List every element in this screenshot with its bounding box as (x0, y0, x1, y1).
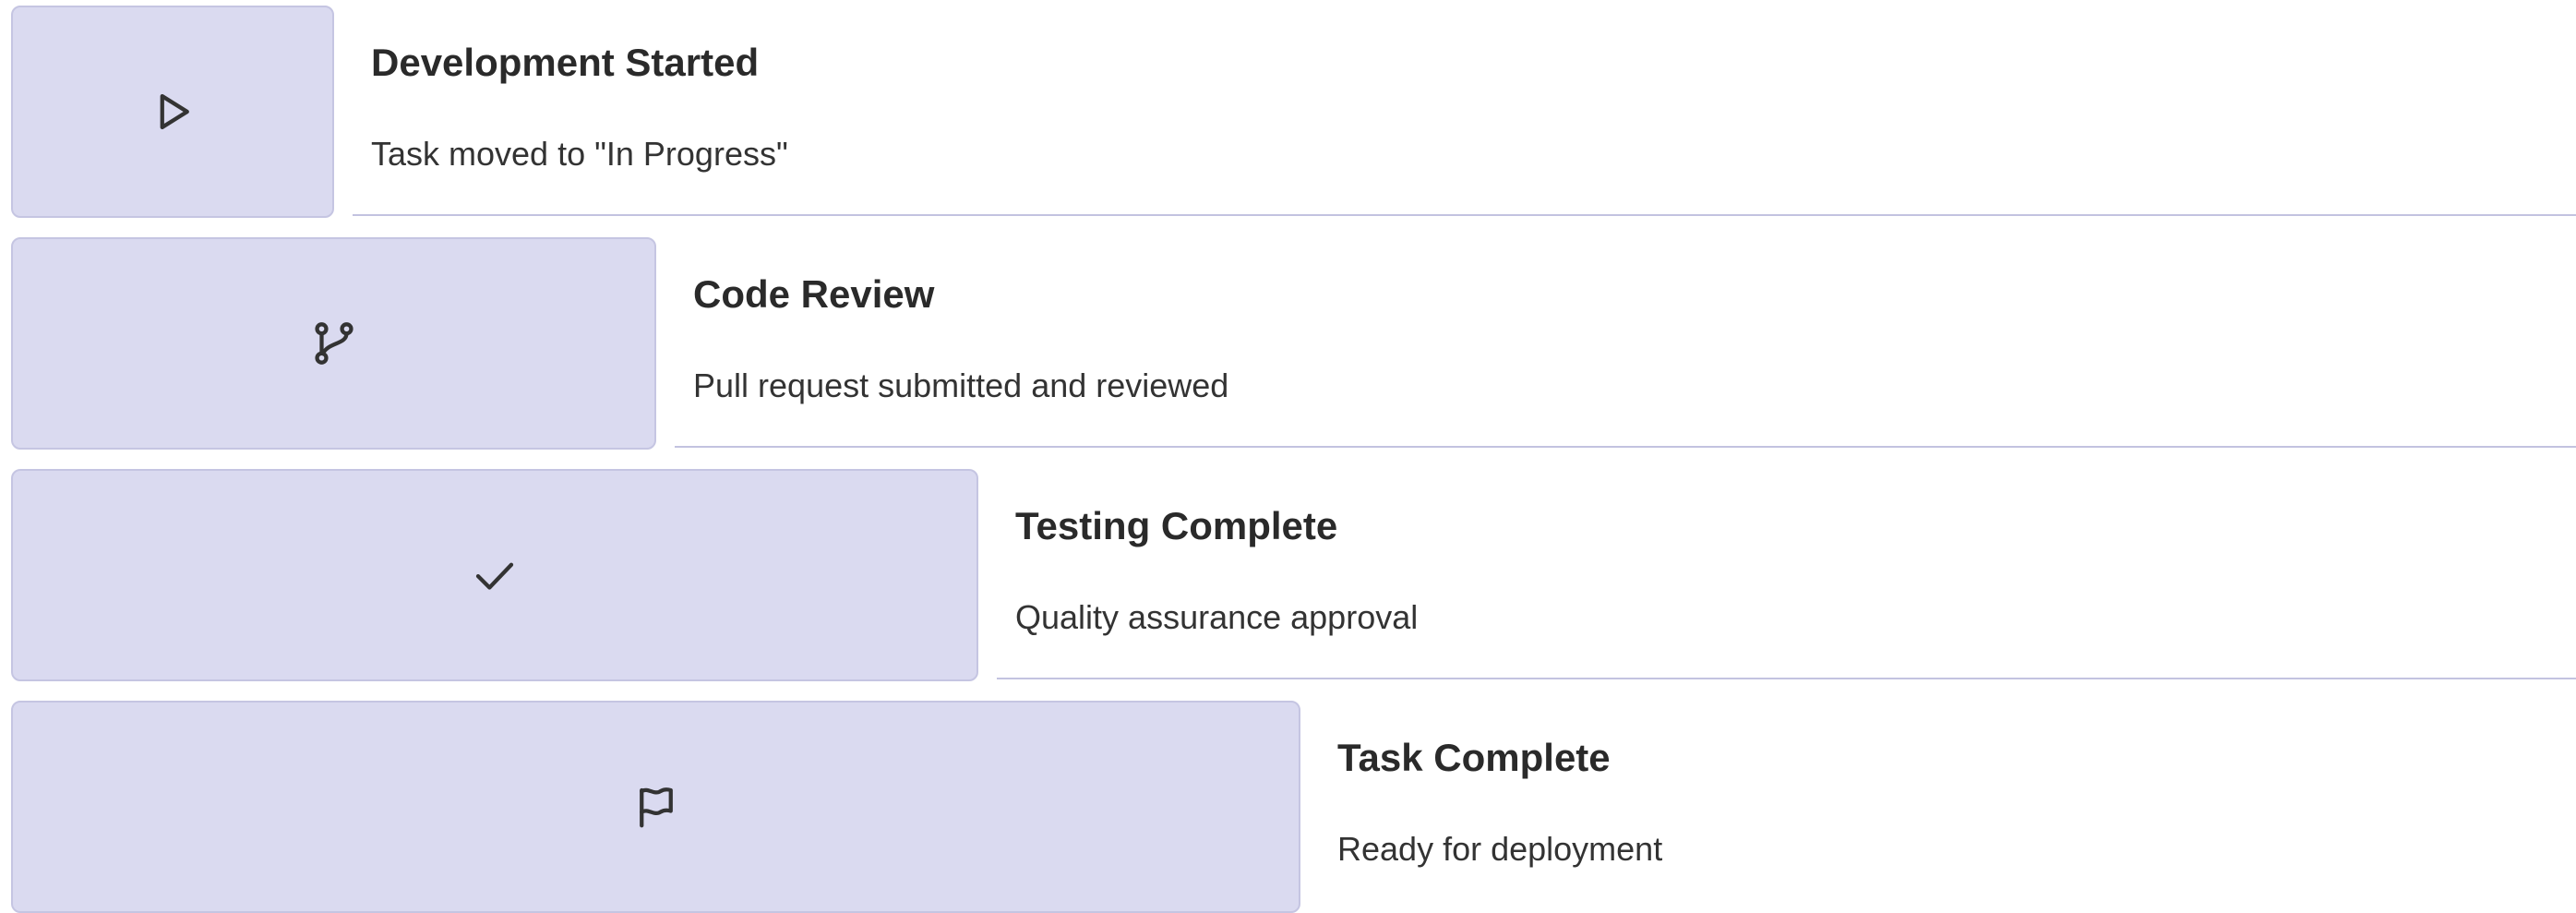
flag-icon (639, 787, 673, 828)
step-description: Task moved to "In Progress" (371, 135, 788, 173)
step-description: Ready for deployment (1337, 830, 1663, 868)
step-content: Testing Complete Quality assurance appro… (997, 463, 2576, 681)
step-icon-tile (11, 701, 1300, 913)
step-title: Task Complete (1337, 736, 1611, 779)
step-content: Development Started Task moved to "In Pr… (353, 0, 2576, 218)
step-content: Code Review Pull request submitted and r… (675, 232, 2576, 450)
step-description: Quality assurance approval (1015, 598, 1419, 636)
step-divider (353, 214, 2576, 216)
timeline-step-development-started: Development Started Task moved to "In Pr… (0, 0, 2576, 218)
step-title: Testing Complete (1015, 504, 1338, 547)
timeline-step-task-complete: Task Complete Ready for deployment (0, 695, 2576, 913)
play-icon (160, 93, 189, 130)
git-branch-icon (314, 322, 353, 365)
task-timeline: Development Started Task moved to "In Pr… (0, 0, 2576, 913)
step-icon-tile (11, 237, 656, 450)
step-divider (675, 446, 2576, 448)
step-divider (997, 678, 2576, 679)
step-icon-tile (11, 469, 978, 681)
step-title: Code Review (693, 272, 935, 316)
timeline-step-code-review: Code Review Pull request submitted and r… (0, 232, 2576, 450)
step-description: Pull request submitted and reviewed (693, 366, 1229, 404)
timeline-step-testing-complete: Testing Complete Quality assurance appro… (0, 463, 2576, 681)
step-content: Task Complete Ready for deployment (1319, 695, 2576, 913)
check-icon (475, 562, 514, 590)
step-title: Development Started (371, 41, 760, 84)
step-icon-tile (11, 6, 334, 218)
